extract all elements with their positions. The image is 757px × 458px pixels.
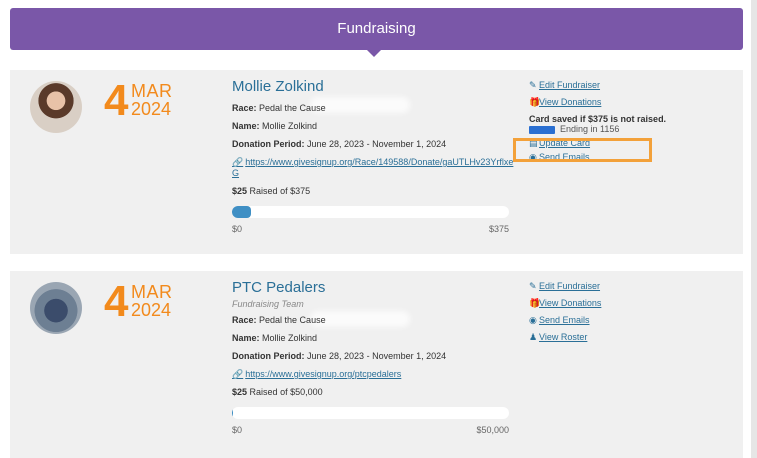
header-notch — [367, 50, 381, 57]
view-roster-link[interactable]: ♟ View Roster — [529, 332, 679, 343]
avatar — [30, 81, 82, 133]
name-label: Name: — [232, 333, 260, 343]
link-icon: 🔗 — [232, 369, 244, 379]
credit-card-icon — [529, 125, 555, 134]
name-row: Name: Mollie Zolkind — [232, 333, 517, 344]
date-day: 4 — [104, 277, 129, 326]
send-emails-label: Send Emails — [539, 152, 590, 162]
card-saved-note: Card saved if $375 is not raised. — [529, 114, 667, 124]
fundraiser-url[interactable]: 🔗 https://www.givesignup.org/ptcpedalers — [232, 369, 517, 380]
saved-card: Ending in 1156 — [529, 124, 679, 134]
send-emails-link[interactable]: ◉ Send Emails — [529, 152, 679, 163]
race-label: Race: — [232, 315, 257, 325]
range-max: $375 — [488, 224, 509, 234]
fundraiser-url[interactable]: 🔗 https://www.givesignup.org/Race/149588/… — [232, 157, 517, 179]
name-label: Name: — [232, 121, 260, 131]
name-value: Mollie Zolkind — [262, 333, 318, 343]
fundraiser-actions: ✎ Edit Fundraiser 🎁View Donations Card sa… — [529, 80, 679, 169]
period-row: Donation Period: June 28, 2023 - Novembe… — [232, 139, 517, 150]
progress-range: $0 $375 — [232, 224, 509, 235]
edit-fundraiser-label: Edit Fundraiser — [539, 80, 601, 90]
edit-icon: ✎ — [529, 281, 537, 291]
name-row: Name: Mollie Zolkind — [232, 121, 517, 132]
date-month: MAR — [131, 282, 173, 302]
range-min: $0 — [232, 425, 243, 435]
race-row: Race: Pedal the Cause — [232, 103, 517, 114]
progress-bar — [232, 206, 509, 218]
link-icon: 🔗 — [232, 157, 244, 167]
user-icon: ♟ — [529, 332, 538, 342]
view-donations-link[interactable]: 🎁View Donations — [529, 97, 679, 108]
raised-amount: $25 — [232, 186, 248, 196]
update-card-label: Update Card — [539, 138, 591, 148]
email-icon: ◉ — [529, 315, 537, 325]
range-min: $0 — [232, 224, 243, 234]
progress-fill — [232, 206, 251, 218]
date-year: 2024 — [131, 99, 172, 119]
date-year: 2024 — [131, 300, 172, 320]
gift-icon: 🎁 — [529, 298, 541, 308]
card-ending: Ending in 1156 — [560, 124, 620, 134]
send-emails-label: Send Emails — [539, 315, 590, 325]
raised-amount: $25 — [232, 387, 248, 397]
avatar — [30, 282, 82, 334]
email-icon: ◉ — [529, 152, 537, 162]
range-max: $50,000 — [476, 425, 509, 435]
period-label: Donation Period: — [232, 351, 305, 361]
fundraiser-card-mollie: 4 MAR 2024 Mollie Zolkind Race: Pedal th… — [10, 70, 743, 254]
edit-fundraiser-link[interactable]: ✎ Edit Fundraiser — [529, 281, 679, 292]
fundraiser-card-ptc: 4 MAR 2024 PTC Pedalers Fundraising Team… — [10, 271, 743, 458]
race-label: Race: — [232, 103, 257, 113]
edit-icon: ✎ — [529, 80, 537, 90]
fundraiser-name-link[interactable]: PTC Pedalers — [232, 279, 517, 297]
view-roster-label: View Roster — [539, 332, 588, 342]
fundraiser-name-link[interactable]: Mollie Zolkind — [232, 78, 517, 96]
period-row: Donation Period: June 28, 2023 - Novembe… — [232, 351, 517, 362]
progress-range: $0 $50,000 — [232, 425, 509, 436]
fundraiser-type: Fundraising Team — [232, 299, 304, 309]
period-label: Donation Period: — [232, 139, 305, 149]
view-donations-label: View Donations — [539, 298, 602, 308]
race-value: Pedal the Cause — [259, 315, 326, 325]
fundraiser-details: Mollie Zolkind Race: Pedal the Cause Nam… — [232, 78, 517, 235]
fundraiser-actions: ✎ Edit Fundraiser 🎁View Donations ◉ Send E… — [529, 281, 679, 349]
edit-fundraiser-label: Edit Fundraiser — [539, 281, 601, 291]
date-day: 4 — [104, 76, 129, 125]
fundraiser-url-text[interactable]: https://www.givesignup.org/Race/149588/D… — [232, 157, 513, 178]
gift-icon: 🎁 — [529, 97, 541, 107]
raised-summary: $25 Raised of $375 — [232, 186, 517, 197]
period-value: June 28, 2023 - November 1, 2024 — [307, 351, 447, 361]
race-value: Pedal the Cause — [259, 103, 326, 113]
send-emails-link[interactable]: ◉ Send Emails — [529, 315, 679, 326]
edit-fundraiser-link[interactable]: ✎ Edit Fundraiser — [529, 80, 679, 91]
view-donations-label: View Donations — [539, 97, 602, 107]
progress-bar — [232, 407, 509, 419]
fundraiser-url-text[interactable]: https://www.givesignup.org/ptcpedalers — [245, 369, 401, 379]
fundraiser-details: PTC Pedalers Fundraising Team Race: Peda… — [232, 279, 517, 436]
update-card-link[interactable]: ▤Update Card — [529, 138, 679, 149]
period-value: June 28, 2023 - November 1, 2024 — [307, 139, 447, 149]
race-row: Race: Pedal the Cause — [232, 315, 517, 326]
view-donations-link[interactable]: 🎁View Donations — [529, 298, 679, 309]
date-month: MAR — [131, 81, 173, 101]
page-scrollbar[interactable] — [751, 0, 757, 458]
name-value: Mollie Zolkind — [262, 121, 318, 131]
raised-summary: $25 Raised of $50,000 — [232, 387, 517, 398]
raised-goal: Raised of $375 — [249, 186, 311, 196]
page-title: Fundraising — [10, 8, 743, 50]
raised-goal: Raised of $50,000 — [249, 387, 323, 397]
card-icon: ▤ — [529, 138, 538, 148]
